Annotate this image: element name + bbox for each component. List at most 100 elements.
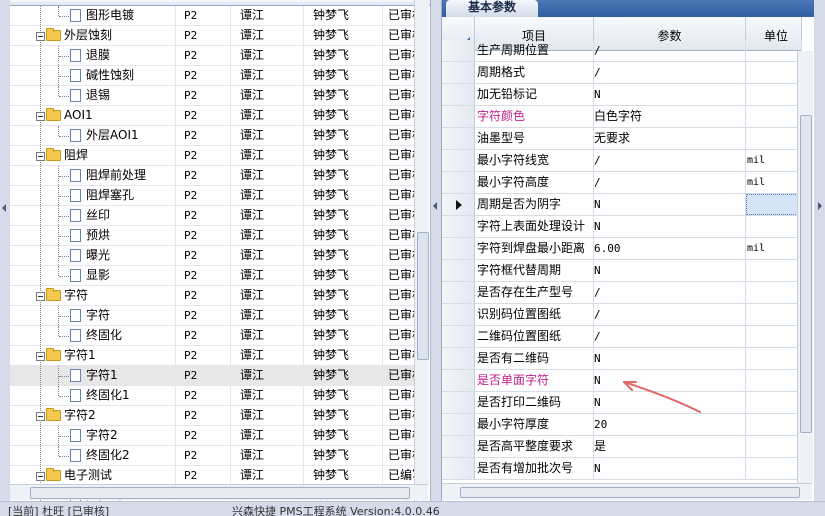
param-unit-cell[interactable]: mil (746, 172, 802, 193)
param-unit-cell[interactable] (746, 370, 802, 391)
tree-node-cell[interactable]: 字符2 (10, 406, 176, 425)
row-header-cell[interactable] (442, 282, 475, 303)
tree-node-cell[interactable]: 退膜 (10, 46, 176, 65)
param-unit-cell[interactable]: mil (746, 150, 802, 171)
param-value-cell[interactable]: N (594, 260, 746, 281)
tree-horizontal-scrollbar[interactable] (10, 484, 428, 500)
row-header-cell[interactable] (442, 62, 475, 83)
row-header-cell[interactable] (442, 172, 475, 193)
param-unit-cell[interactable] (746, 40, 802, 61)
tree-node-cell[interactable]: 终固化1 (10, 386, 176, 405)
tree-node-cell[interactable]: 曝光 (10, 246, 176, 265)
collapse-toggle-icon[interactable] (36, 152, 45, 161)
param-row[interactable]: 字符上表面处理设计 N (442, 216, 802, 238)
collapse-toggle-icon[interactable] (36, 472, 45, 481)
row-header-cell[interactable] (442, 370, 475, 391)
tree-row[interactable]: 退锡 P2 谭江 钟梦飞 已审核 (10, 86, 424, 106)
param-unit-cell[interactable] (746, 128, 802, 149)
tree-node-cell[interactable]: 电子测试 (10, 466, 176, 485)
tab-basic-params[interactable]: 基本参数 (446, 0, 538, 17)
row-header-cell[interactable] (442, 128, 475, 149)
row-header-cell[interactable] (442, 194, 475, 215)
collapse-toggle-icon[interactable] (36, 352, 45, 361)
param-value-cell[interactable]: N (594, 216, 746, 237)
param-row[interactable]: 生产周期位置 / (442, 40, 802, 62)
row-header-cell[interactable] (442, 84, 475, 105)
tree-row[interactable]: 预烘 P2 谭江 钟梦飞 已审核 (10, 226, 424, 246)
param-row[interactable]: 最小字符线宽 / mil (442, 150, 802, 172)
tree-row[interactable]: 字符1 P2 谭江 钟梦飞 已审核 (10, 366, 424, 386)
param-value-cell[interactable]: / (594, 326, 746, 347)
param-unit-cell[interactable] (746, 436, 802, 457)
tree-row[interactable]: 终固化 P2 谭江 钟梦飞 已审核 (10, 326, 424, 346)
collapse-right-arrow-icon[interactable] (818, 202, 822, 210)
param-vertical-scrollbar[interactable] (797, 51, 813, 483)
param-unit-cell[interactable]: mil (746, 238, 802, 259)
param-row[interactable]: 字符框代替周期 N (442, 260, 802, 282)
param-row[interactable]: 最小字符高度 / mil (442, 172, 802, 194)
param-value-cell[interactable]: / (594, 304, 746, 325)
param-unit-cell[interactable] (746, 348, 802, 369)
row-header-cell[interactable] (442, 326, 475, 347)
param-row[interactable]: 是否有增加批次号 N (442, 458, 802, 480)
param-value-cell[interactable]: / (594, 62, 746, 83)
tree-node-cell[interactable]: 阻焊前处理 (10, 166, 176, 185)
tree-row[interactable]: 字符 P2 谭江 钟梦飞 已审核 (10, 306, 424, 326)
param-unit-cell[interactable] (746, 62, 802, 83)
tree-node-cell[interactable]: 退锡 (10, 86, 176, 105)
row-header-cell[interactable] (442, 414, 475, 435)
param-value-cell[interactable]: 是 (594, 436, 746, 457)
tree-row[interactable]: 外层AOI1 P2 谭江 钟梦飞 已审核 (10, 126, 424, 146)
right-edge-splitter[interactable] (815, 0, 825, 501)
tree-node-cell[interactable]: AOI1 (10, 106, 176, 125)
collapse-left-arrow-icon[interactable] (2, 204, 6, 212)
param-unit-cell[interactable] (746, 392, 802, 413)
tree-node-cell[interactable]: 图形电镀 (10, 6, 176, 25)
param-vertical-scroll-thumb[interactable] (800, 115, 812, 433)
row-header-cell[interactable] (442, 216, 475, 237)
collapse-toggle-icon[interactable] (36, 292, 45, 301)
tree-node-cell[interactable]: 阻焊塞孔 (10, 186, 176, 205)
tree-node-cell[interactable]: 字符 (10, 306, 176, 325)
row-header-cell[interactable] (442, 238, 475, 259)
tree-row[interactable]: AOI1 P2 谭江 钟梦飞 已审核 (10, 106, 424, 126)
collapse-toggle-icon[interactable] (36, 32, 45, 41)
param-unit-cell[interactable] (746, 458, 802, 479)
param-value-cell[interactable]: 6.00 (594, 238, 746, 259)
param-value-cell[interactable]: 白色字符 (594, 106, 746, 127)
tree-node-cell[interactable]: 外层蚀刻 (10, 26, 176, 45)
process-tree-grid[interactable]: 图形电镀 P2 谭江 钟梦飞 已审核 外层蚀刻 P2 谭江 钟梦飞 已审核 退膜 P2 谭江 钟梦飞 已审核… (10, 0, 431, 501)
row-header-cell[interactable] (442, 348, 475, 369)
tree-row[interactable]: 字符2 P2 谭江 钟梦飞 已审核 (10, 406, 424, 426)
tree-row[interactable]: 字符 P2 谭江 钟梦飞 已审核 (10, 286, 424, 306)
tree-row[interactable]: 字符2 P2 谭江 钟梦飞 已审核 (10, 426, 424, 446)
tree-node-cell[interactable]: 终固化2 (10, 446, 176, 465)
param-row[interactable]: 识别码位置图纸 / (442, 304, 802, 326)
param-row[interactable]: 油墨型号 无要求 (442, 128, 802, 150)
param-unit-cell[interactable] (746, 106, 802, 127)
tree-row[interactable]: 图形电镀 P2 谭江 钟梦飞 已审核 (10, 6, 424, 26)
param-value-cell[interactable]: / (594, 282, 746, 303)
tree-node-cell[interactable]: 阻焊 (10, 146, 176, 165)
row-header-cell[interactable] (442, 106, 475, 127)
tree-node-cell[interactable]: 显影 (10, 266, 176, 285)
param-unit-cell[interactable] (746, 84, 802, 105)
param-value-cell[interactable]: / (594, 40, 746, 61)
param-row[interactable]: 是否有二维码 N (442, 348, 802, 370)
param-unit-cell[interactable] (746, 414, 802, 435)
row-header-cell[interactable] (442, 436, 475, 457)
tree-vertical-scrollbar[interactable] (414, 0, 429, 484)
tree-row[interactable]: 丝印 P2 谭江 钟梦飞 已审核 (10, 206, 424, 226)
param-value-cell[interactable]: N (594, 458, 746, 479)
param-value-cell[interactable]: N (594, 84, 746, 105)
tree-vertical-scroll-thumb[interactable] (417, 232, 429, 360)
collapse-toggle-icon[interactable] (36, 112, 45, 121)
row-header-cell[interactable] (442, 458, 475, 479)
param-unit-cell[interactable] (746, 282, 802, 303)
tree-row[interactable]: 电子测试 P2 谭江 钟梦飞 已编写 (10, 466, 424, 486)
param-unit-cell[interactable] (746, 304, 802, 325)
param-row[interactable]: 周期格式 / (442, 62, 802, 84)
tree-row[interactable]: 字符1 P2 谭江 钟梦飞 已审核 (10, 346, 424, 366)
tree-node-cell[interactable]: 外层AOI1 (10, 126, 176, 145)
tree-row[interactable]: 终固化1 P2 谭江 钟梦飞 已审核 (10, 386, 424, 406)
